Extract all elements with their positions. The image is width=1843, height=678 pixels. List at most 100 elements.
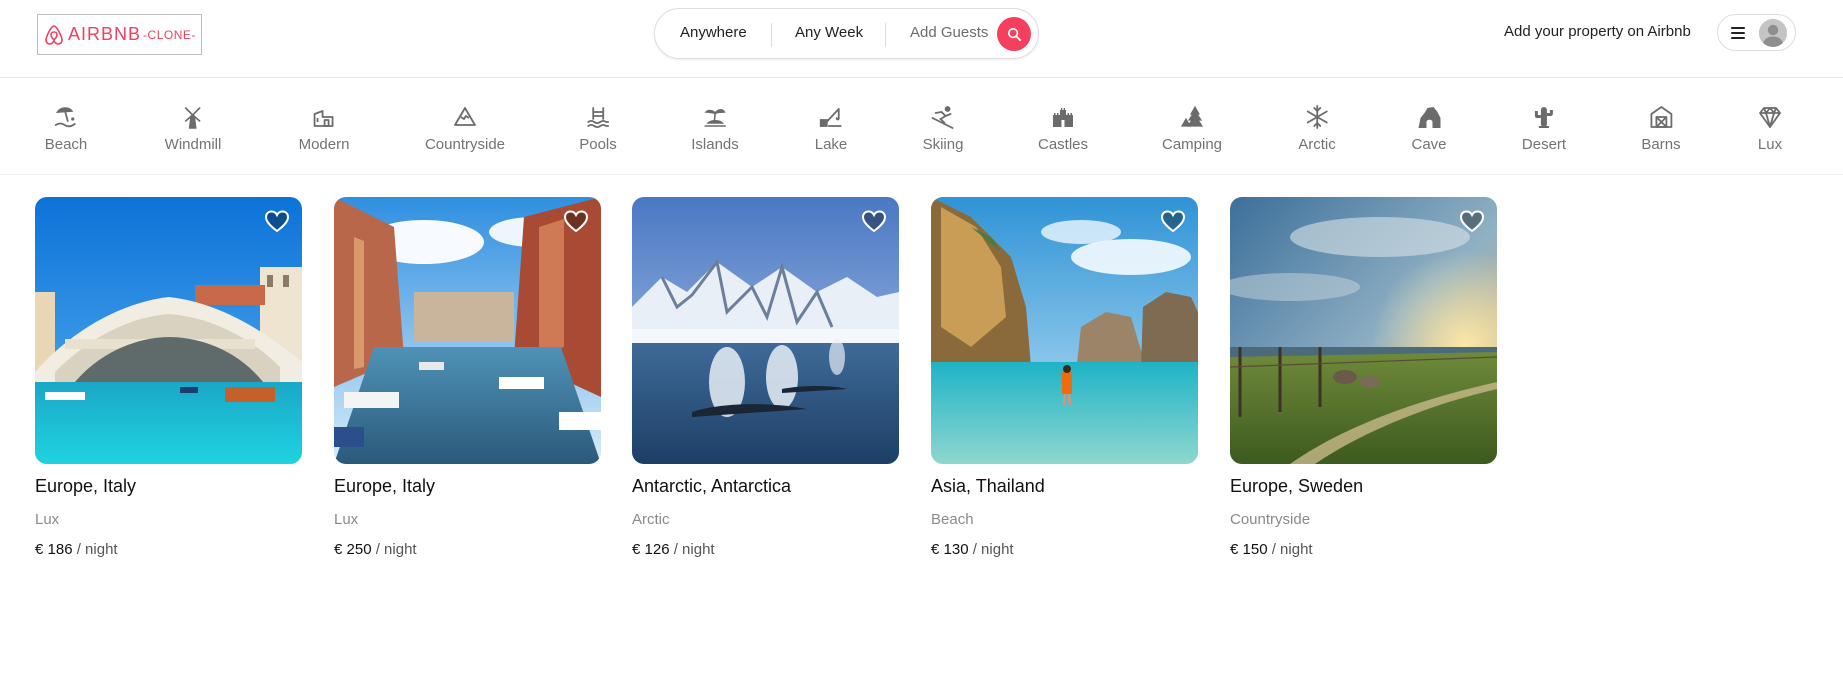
listing-location: Antarctic, Antarctica	[632, 476, 792, 496]
listing-image[interactable]	[931, 197, 1198, 464]
venice-rialto-bridge-photo	[35, 197, 302, 464]
favorite-heart-icon[interactable]	[1160, 209, 1186, 233]
search-guests[interactable]: Add Guests	[910, 24, 988, 41]
category-label: Modern	[298, 136, 350, 153]
listing-category: Countryside	[1230, 511, 1311, 528]
category-beach[interactable]: Beach	[44, 104, 88, 153]
listing-location: Asia, Thailand	[931, 476, 1045, 496]
search-when[interactable]: Any Week	[795, 24, 863, 41]
listing-location: Europe, Sweden	[1230, 476, 1364, 496]
listing-card[interactable]: Europe, Italy Lux € 186 / night	[35, 197, 302, 558]
user-avatar-icon	[1759, 19, 1787, 47]
listing-price-unit: / night	[76, 541, 118, 558]
favorite-heart-icon[interactable]	[563, 209, 589, 233]
category-label: Castles	[1037, 136, 1089, 153]
category-modern[interactable]: Modern	[298, 104, 350, 153]
search-divider	[885, 23, 886, 47]
brand-suffix: -CLONE-	[143, 27, 196, 42]
listing-price: € 126	[632, 541, 670, 558]
search-where[interactable]: Anywhere	[680, 24, 747, 41]
category-lux[interactable]: Lux	[1757, 104, 1783, 153]
camping-icon	[1180, 105, 1204, 127]
listing-category: Lux	[334, 511, 359, 528]
category-windmill[interactable]: Windmill	[164, 104, 222, 153]
fishing-icon	[820, 108, 842, 127]
category-label: Lux	[1757, 136, 1783, 153]
category-pools[interactable]: Pools	[579, 104, 617, 153]
windmill-icon	[185, 107, 201, 129]
category-arctic[interactable]: Arctic	[1298, 104, 1336, 153]
listing-price: € 186	[35, 541, 73, 558]
sweden-countryside-sunset-photo	[1230, 197, 1497, 464]
listing-price-row: € 150 / night	[1230, 541, 1497, 558]
snowflake-icon	[1306, 105, 1328, 129]
category-countryside[interactable]: Countryside	[425, 104, 505, 153]
pool-icon	[587, 107, 609, 129]
listing-price-unit: / night	[972, 541, 1014, 558]
category-castles[interactable]: Castles	[1038, 104, 1088, 153]
listing-image[interactable]	[632, 197, 899, 464]
search-icon	[1007, 27, 1021, 41]
listing-image[interactable]	[334, 197, 601, 464]
listing-price-row: € 186 / night	[35, 541, 302, 558]
category-desert[interactable]: Desert	[1522, 104, 1566, 153]
favorite-heart-icon[interactable]	[264, 209, 290, 233]
category-cave[interactable]: Cave	[1411, 104, 1447, 153]
category-label: Beach	[44, 136, 88, 153]
category-label: Desert	[1521, 136, 1567, 153]
listing-card[interactable]: Asia, Thailand Beach € 130 / night	[931, 197, 1198, 558]
listing-image[interactable]	[35, 197, 302, 464]
category-islands[interactable]: Islands	[691, 104, 739, 153]
listing-price-unit: / night	[1271, 541, 1313, 558]
top-navbar: AIRBNB -CLONE- Anywhere Any Week Add Gue…	[0, 0, 1843, 78]
category-label: Lake	[814, 136, 848, 153]
barn-icon	[1650, 106, 1672, 128]
search-button[interactable]	[997, 17, 1031, 51]
listing-card[interactable]: Europe, Italy Lux € 250 / night	[334, 197, 601, 558]
listing-price: € 250	[334, 541, 372, 558]
listing-location: Europe, Italy	[35, 476, 137, 496]
category-camping[interactable]: Camping	[1162, 104, 1222, 153]
island-icon	[704, 109, 726, 127]
category-label: Countryside	[424, 136, 506, 153]
diamond-icon	[1759, 107, 1781, 128]
search-bar[interactable]: Anywhere Any Week Add Guests	[654, 8, 1039, 59]
category-barns[interactable]: Barns	[1641, 104, 1681, 153]
listing-price: € 130	[931, 541, 969, 558]
hamburger-menu-icon	[1731, 27, 1745, 39]
thailand-bay-cliffs-photo	[931, 197, 1198, 464]
modern-icon	[314, 110, 334, 127]
antarctic-whales-photo	[632, 197, 899, 464]
listing-card[interactable]: Europe, Sweden Countryside € 150 / night	[1230, 197, 1497, 558]
category-label: Pools	[579, 136, 617, 153]
user-menu-button[interactable]	[1717, 14, 1796, 51]
skiing-icon	[932, 106, 954, 129]
listing-price-row: € 250 / night	[334, 541, 601, 558]
host-property-link[interactable]: Add your property on Airbnb	[1504, 23, 1691, 40]
brand-logo[interactable]: AIRBNB -CLONE-	[37, 14, 202, 55]
category-lake[interactable]: Lake	[814, 104, 848, 153]
listing-category: Arctic	[632, 511, 670, 528]
castle-icon	[1053, 108, 1073, 127]
category-label: Islands	[691, 136, 739, 153]
listing-image[interactable]	[1230, 197, 1497, 464]
listing-price-unit: / night	[375, 541, 417, 558]
listing-card[interactable]: Antarctic, Antarctica Arctic € 126 / nig…	[632, 197, 899, 558]
category-label: Windmill	[164, 136, 222, 153]
brand-name: AIRBNB	[68, 24, 142, 44]
mountain-icon	[454, 107, 476, 126]
category-skiing[interactable]: Skiing	[923, 104, 963, 153]
listing-location: Europe, Italy	[334, 476, 436, 496]
listing-category: Lux	[35, 511, 60, 528]
category-label: Cave	[1411, 136, 1447, 153]
favorite-heart-icon[interactable]	[861, 209, 887, 233]
listing-price-row: € 126 / night	[632, 541, 899, 558]
category-label: Barns	[1641, 136, 1681, 153]
listing-category: Beach	[931, 511, 974, 528]
cave-icon	[1418, 107, 1440, 128]
listing-price-row: € 130 / night	[931, 541, 1198, 558]
favorite-heart-icon[interactable]	[1459, 209, 1485, 233]
category-label: Arctic	[1298, 136, 1336, 153]
listing-price: € 150	[1230, 541, 1268, 558]
search-divider	[771, 23, 772, 47]
